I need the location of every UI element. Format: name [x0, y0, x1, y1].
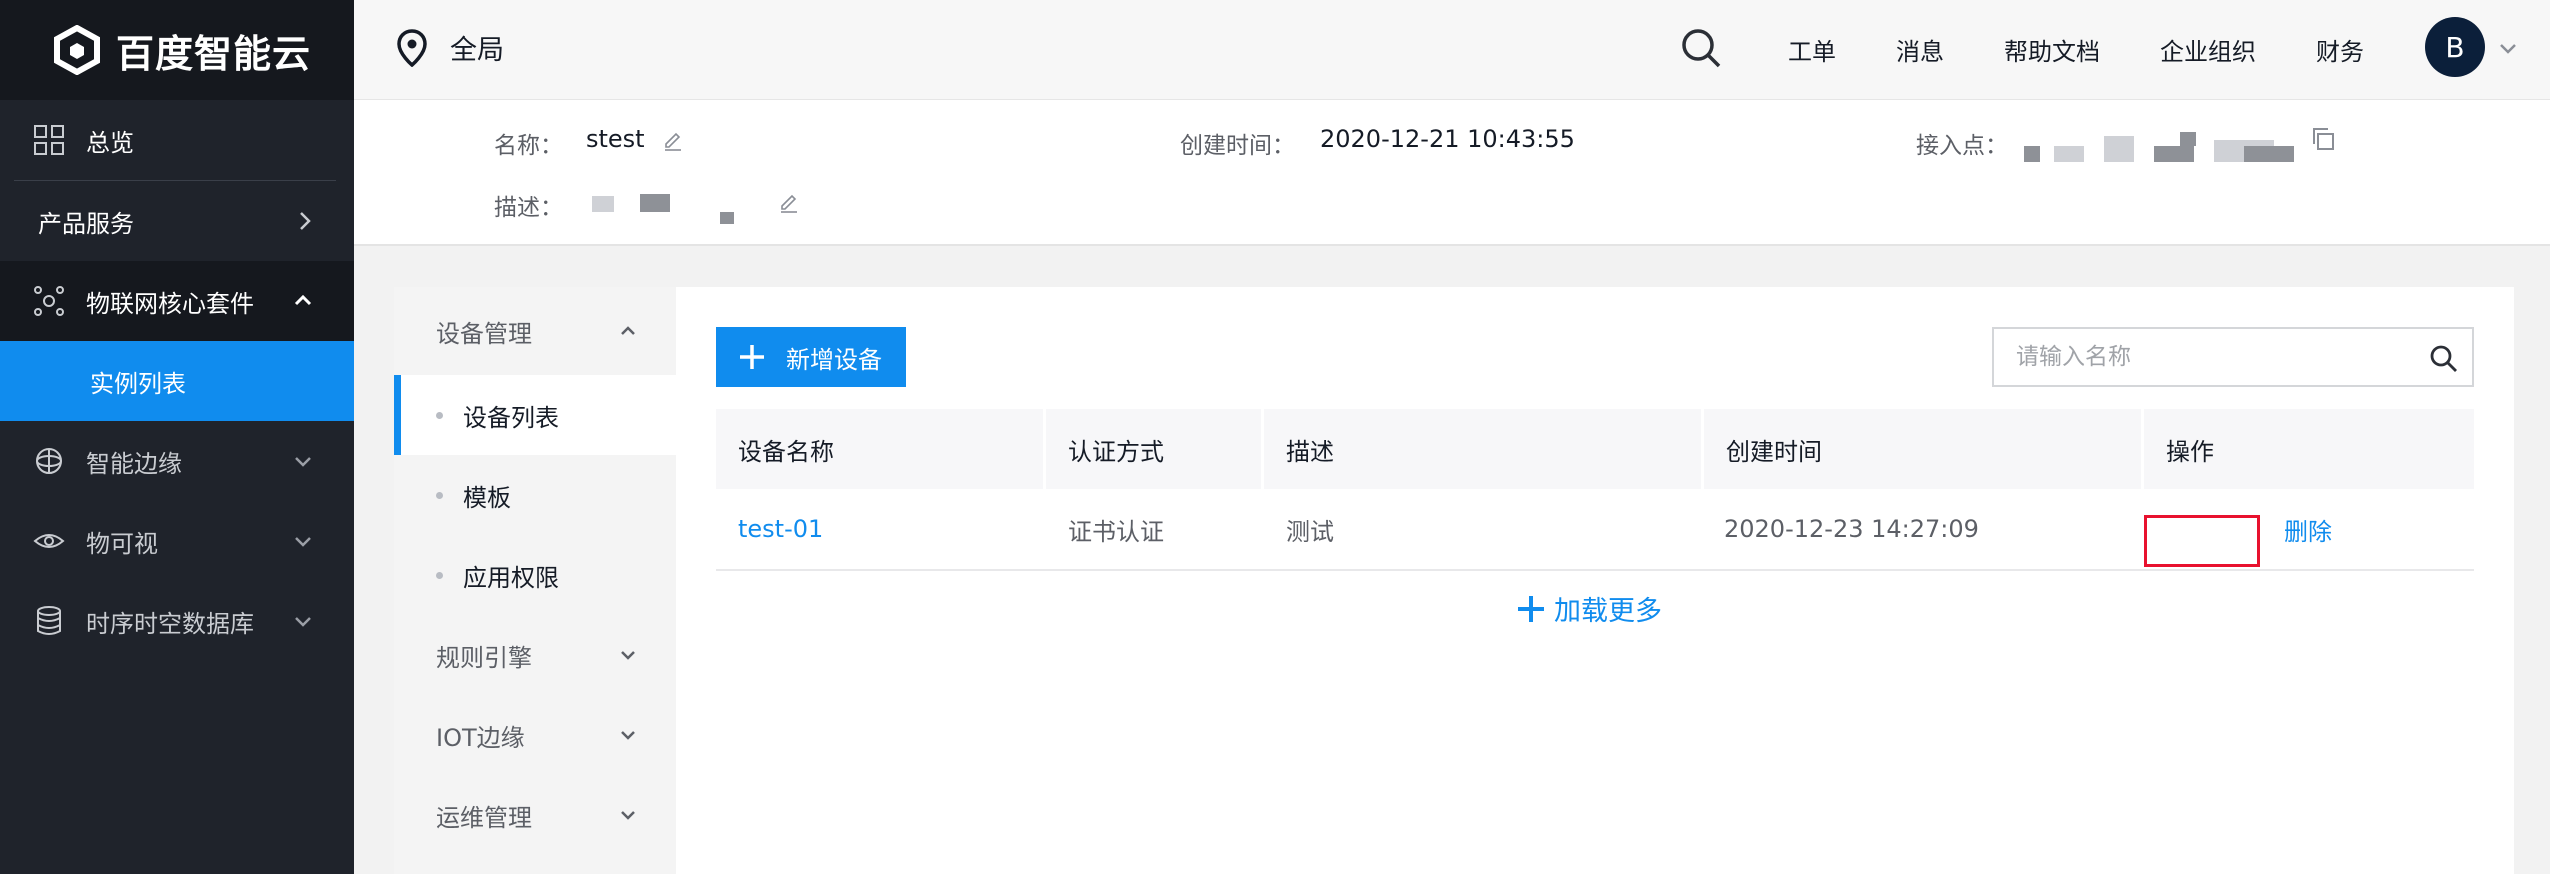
- grid-icon: [32, 123, 66, 157]
- sidebar-item-label: 产品服务: [38, 209, 134, 238]
- subnav-item-label: 应用权限: [463, 563, 559, 592]
- brand-logo[interactable]: 百度智能云: [0, 0, 354, 100]
- baidu-cloud-logo-icon: [54, 25, 100, 75]
- content-card: 设备管理 设备列表 模板 应用权限 规则引擎 IOT边缘 运维管理 新增设备 请…: [394, 287, 2514, 874]
- name-value: stest: [586, 125, 645, 153]
- column-header-actions: 操作: [2166, 437, 2214, 466]
- sidebar-item-products[interactable]: 产品服务: [0, 181, 354, 261]
- chevron-down-icon: [621, 811, 635, 820]
- delete-link[interactable]: 删除: [2284, 512, 2332, 547]
- search-input[interactable]: [2016, 344, 2416, 370]
- plus-icon: [740, 345, 764, 369]
- header-link-docs[interactable]: 帮助文档: [2004, 32, 2100, 67]
- chevron-up-icon: [294, 294, 312, 306]
- column-header-name: 设备名称: [716, 409, 1046, 489]
- chevron-down-icon: [621, 651, 635, 660]
- search-icon[interactable]: [2428, 343, 2458, 373]
- subnav-group-rule-engine[interactable]: 规则引擎: [394, 615, 676, 695]
- created-label: 创建时间：: [1180, 133, 1295, 159]
- chevron-down-icon: [621, 731, 635, 740]
- instance-info-panel: 名称： stest 创建时间： 2020-12-21 10:43:55 接入点：…: [354, 100, 2550, 246]
- edge-icon: [32, 444, 66, 478]
- region-selector[interactable]: 全局: [396, 28, 504, 67]
- avatar[interactable]: B: [2425, 17, 2485, 77]
- sidebar-item-label: 时序时空数据库: [86, 609, 254, 638]
- subnav-group-label: 运维管理: [436, 803, 532, 832]
- device-search: [1992, 327, 2474, 387]
- endpoint-label: 接入点：: [1916, 133, 2008, 159]
- header-links: 工单 消息 帮助文档 企业组织 财务: [1788, 32, 2424, 67]
- sidebar-item-label: 物可视: [86, 529, 158, 558]
- bullet-dot: [436, 571, 443, 579]
- copy-icon[interactable]: [2310, 126, 2336, 152]
- sidebar: 百度智能云 总览 产品服务 物联网核心套件 实例列表 智能边缘 物可视 时序时空…: [0, 0, 354, 874]
- eye-icon: [32, 524, 66, 558]
- table-row: test-01 证书认证 测试 2020-12-23 14:27:09 删除: [716, 489, 2474, 571]
- sidebar-item-label: 物联网核心套件: [86, 289, 254, 318]
- header-link-org[interactable]: 企业组织: [2160, 32, 2256, 67]
- search-icon[interactable]: [1679, 26, 1723, 70]
- database-icon: [32, 604, 66, 638]
- brand-name: 百度智能云: [116, 31, 312, 76]
- desc-label: 描述：: [494, 195, 563, 221]
- column-header-created: 创建时间: [1704, 409, 2144, 489]
- header-link-messages[interactable]: 消息: [1896, 32, 1944, 67]
- sidebar-item-label: 智能边缘: [86, 449, 182, 478]
- column-header-desc: 描述: [1264, 409, 1704, 489]
- device-description: 测试: [1286, 517, 1334, 546]
- edit-icon[interactable]: [778, 192, 800, 214]
- sidebar-item-overview[interactable]: 总览: [0, 100, 354, 180]
- chevron-up-icon: [621, 326, 635, 335]
- sidebar-item-visual[interactable]: 物可视: [0, 501, 354, 581]
- sidebar-item-label: 总览: [86, 128, 134, 157]
- load-more-label: 加载更多: [1554, 596, 1662, 627]
- location-pin-icon: [397, 28, 427, 67]
- bullet-dot: [436, 411, 443, 419]
- table-header: 设备名称 认证方式 描述 创建时间 操作: [716, 409, 2474, 489]
- subnav-group-iot-edge[interactable]: IOT边缘: [394, 695, 676, 775]
- header-link-ticket[interactable]: 工单: [1788, 32, 1836, 67]
- subnav-item-device-list[interactable]: 设备列表: [394, 375, 676, 455]
- subnav-item-label: 设备列表: [463, 403, 559, 432]
- top-header: 全局 工单 消息 帮助文档 企业组织 财务 B: [354, 0, 2550, 100]
- header-link-finance[interactable]: 财务: [2316, 32, 2364, 67]
- subnav-group-label: 规则引擎: [436, 643, 532, 672]
- add-device-label: 新增设备: [786, 346, 882, 374]
- plus-icon: [1518, 595, 1544, 622]
- auth-method: 证书认证: [1068, 517, 1164, 546]
- sub-navigation: 设备管理 设备列表 模板 应用权限 规则引擎 IOT边缘 运维管理: [394, 287, 676, 874]
- chevron-down-icon: [295, 457, 311, 467]
- sidebar-item-label: 实例列表: [90, 369, 186, 398]
- device-name-link[interactable]: test-01: [738, 515, 823, 543]
- subnav-group-ops-management[interactable]: 运维管理: [394, 775, 676, 855]
- iot-hub-icon: [32, 284, 66, 318]
- subnav-item-app-permissions[interactable]: 应用权限: [394, 535, 676, 615]
- subnav-group-label: 设备管理: [436, 319, 532, 348]
- chevron-down-icon: [295, 617, 311, 627]
- sidebar-item-iot-core[interactable]: 物联网核心套件: [0, 261, 354, 341]
- load-more-button[interactable]: 加载更多: [1516, 589, 1662, 628]
- subnav-group-label: IOT边缘: [436, 723, 525, 752]
- sidebar-item-edge[interactable]: 智能边缘: [0, 421, 354, 501]
- column-header-auth: 认证方式: [1046, 409, 1264, 489]
- subnav-group-device-management[interactable]: 设备管理: [394, 287, 676, 375]
- subnav-item-template[interactable]: 模板: [394, 455, 676, 535]
- edit-icon[interactable]: [662, 130, 684, 152]
- sidebar-item-instance-list[interactable]: 实例列表: [0, 341, 354, 421]
- chevron-down-icon: [295, 537, 311, 547]
- region-label: 全局: [450, 35, 504, 66]
- created-time: 2020-12-23 14:27:09: [1724, 515, 1979, 543]
- bullet-dot: [436, 491, 443, 499]
- add-device-button[interactable]: 新增设备: [716, 327, 906, 387]
- highlight-box: [2144, 515, 2260, 567]
- chevron-down-icon[interactable]: [2498, 38, 2518, 58]
- subnav-item-label: 模板: [463, 483, 511, 512]
- name-label: 名称：: [494, 133, 563, 159]
- created-value: 2020-12-21 10:43:55: [1320, 125, 1575, 153]
- device-table: 设备名称 认证方式 描述 创建时间 操作 test-01 证书认证 测试 202…: [716, 409, 2474, 571]
- chevron-right-icon: [300, 212, 311, 230]
- sidebar-item-tsdb[interactable]: 时序时空数据库: [0, 581, 354, 661]
